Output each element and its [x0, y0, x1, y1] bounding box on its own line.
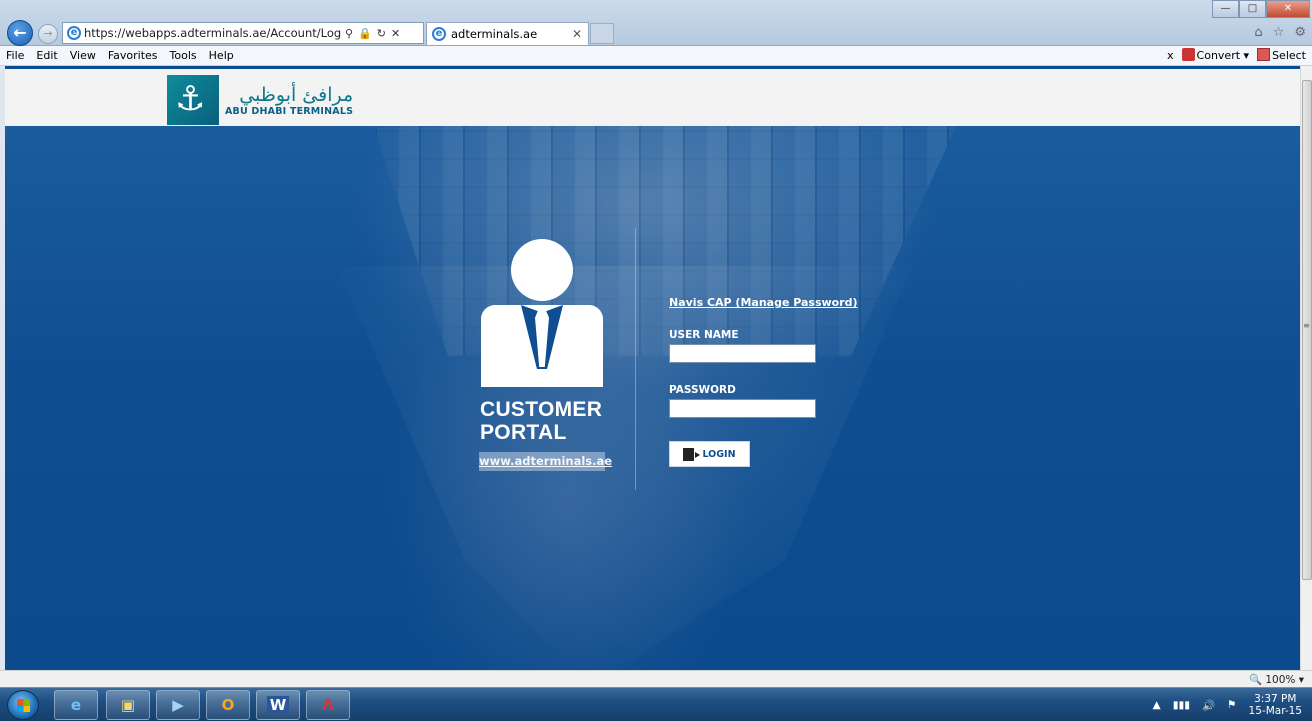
network-icon[interactable]: ▮▮▮ — [1173, 699, 1190, 711]
logo-arabic: مرافئ أبوظبي — [239, 83, 354, 106]
anchor-logo-icon: ⚓ — [167, 75, 219, 125]
taskbar-folder-icon[interactable]: ▶ — [156, 690, 200, 720]
volume-icon[interactable]: 🔊 — [1202, 699, 1215, 712]
tab-close-icon[interactable]: ✕ — [572, 27, 582, 41]
scrollbar-grip-icon: ≡ — [1303, 321, 1310, 330]
refresh-icon[interactable]: ↻ — [377, 27, 386, 40]
taskbar-word-icon[interactable]: W — [256, 690, 300, 720]
menu-help[interactable]: Help — [203, 49, 240, 62]
gear-icon[interactable]: ⚙ — [1294, 25, 1306, 40]
taskbar-explorer-icon[interactable]: ▣ — [106, 690, 150, 720]
menu-tools[interactable]: Tools — [164, 49, 203, 62]
system-tray: ▲ ▮▮▮ 🔊 ⚑ 3:37 PM 15-Mar-15 — [1153, 693, 1302, 717]
stop-icon[interactable]: ✕ — [391, 27, 400, 40]
clock-date: 15-Mar-15 — [1248, 705, 1302, 717]
browser-right-icons: ⌂ ☆ ⚙ — [1254, 25, 1306, 40]
tray-expand-icon[interactable]: ▲ — [1153, 699, 1161, 711]
zoom-control[interactable]: 🔍 100% ▾ — [1249, 673, 1304, 686]
menu-file[interactable]: File — [0, 49, 30, 62]
search-icon[interactable]: ⚲ — [345, 27, 353, 40]
password-input[interactable] — [669, 399, 816, 418]
vertical-scrollbar[interactable]: ≡ — [1300, 66, 1312, 670]
flag-icon[interactable]: ⚑ — [1227, 699, 1236, 711]
start-button[interactable] — [7, 690, 39, 720]
taskbar-acrobat-icon[interactable]: Λ — [306, 690, 350, 720]
logo-text: مرافئ أبوظبي ABU DHABI TERMINALS — [225, 84, 353, 117]
portal-title-line2: PORTAL — [480, 421, 567, 444]
address-tools: ⚲ 🔒 ↻ ✕ — [345, 27, 400, 40]
tab-favicon-icon: e — [432, 27, 446, 41]
lock-icon[interactable]: 🔒 — [358, 27, 372, 40]
status-bar: 🔍 100% ▾ — [0, 670, 1312, 687]
door-login-icon — [683, 447, 701, 461]
menu-bar: File Edit View Favorites Tools Help x Co… — [0, 46, 1312, 66]
adt-logo[interactable]: ⚓ مرافئ أبوظبي ABU DHABI TERMINALS — [167, 75, 353, 125]
select-label: Select — [1272, 49, 1306, 62]
ie-page-icon: e — [67, 26, 81, 40]
menu-view[interactable]: View — [64, 49, 102, 62]
hero-background — [5, 126, 1300, 670]
minimize-button[interactable]: — — [1212, 0, 1239, 18]
username-label: USER NAME — [669, 329, 739, 341]
portal-title-line1: CUSTOMER — [480, 398, 603, 421]
close-window-button[interactable]: ✕ — [1266, 0, 1310, 18]
taskbar-clock[interactable]: 3:37 PM 15-Mar-15 — [1249, 693, 1302, 717]
navis-manage-password-link[interactable]: Navis CAP (Manage Password) — [669, 296, 869, 309]
back-button[interactable]: ← — [7, 20, 33, 46]
taskbar-ie-icon[interactable]: e — [54, 690, 98, 720]
avatar-head — [511, 239, 573, 301]
page-header: ⚓ مرافئ أبوظبي ABU DHABI TERMINALS — [5, 66, 1300, 126]
vertical-divider — [635, 228, 636, 490]
menu-edit[interactable]: Edit — [30, 49, 63, 62]
scrollbar-thumb[interactable] — [1302, 80, 1312, 580]
login-form: Navis CAP (Manage Password) USER NAME PA… — [669, 296, 869, 467]
toolbar-close-icon[interactable]: x — [1167, 49, 1174, 62]
taskbar-outlook-icon[interactable]: O — [206, 690, 250, 720]
windows-logo-icon — [17, 699, 30, 712]
logo-english: ABU DHABI TERMINALS — [225, 105, 354, 117]
clock-time: 3:37 PM — [1254, 693, 1297, 705]
toolbar-right: x Convert ▾ Select — [1167, 48, 1306, 62]
customer-avatar-icon — [481, 239, 603, 387]
window-controls: — □ ✕ — [1212, 0, 1310, 18]
website-link[interactable]: www.adterminals.ae — [479, 452, 612, 471]
web-page: ⚓ مرافئ أبوظبي ABU DHABI TERMINALS CUSTO… — [5, 66, 1300, 670]
portal-title: CUSTOMER PORTAL — [480, 398, 602, 444]
windows-taskbar: e ▣ ▶ O W Λ ▲ ▮▮▮ 🔊 ⚑ 3:37 PM 15-Mar-15 — [0, 687, 1312, 721]
username-input[interactable] — [669, 344, 816, 363]
convert-icon — [1181, 48, 1195, 61]
maximize-button[interactable]: □ — [1239, 0, 1266, 18]
tab-title: adterminals.ae — [451, 27, 538, 41]
zoom-level: 100% — [1265, 674, 1296, 686]
new-tab-button[interactable] — [590, 23, 614, 44]
home-icon[interactable]: ⌂ — [1254, 25, 1262, 40]
login-button-label: LOGIN — [702, 448, 736, 460]
convert-button[interactable]: Convert ▾ — [1181, 48, 1249, 62]
convert-label: Convert — [1196, 49, 1241, 62]
menu-favorites[interactable]: Favorites — [102, 49, 164, 62]
select-icon — [1257, 48, 1271, 61]
address-bar[interactable]: e https://webapps.adterminals.ae/Account… — [62, 22, 424, 44]
password-label: PASSWORD — [669, 384, 736, 396]
forward-button[interactable]: → — [38, 24, 58, 44]
tab-adterminals[interactable]: e adterminals.ae ✕ — [426, 22, 589, 45]
favorites-star-icon[interactable]: ☆ — [1273, 25, 1285, 40]
browser-title-bar: ← → e https://webapps.adterminals.ae/Acc… — [0, 0, 1312, 46]
address-url[interactable]: https://webapps.adterminals.ae/Account/L… — [84, 26, 342, 40]
select-button[interactable]: Select — [1257, 48, 1306, 62]
login-button[interactable]: LOGIN — [669, 441, 750, 467]
